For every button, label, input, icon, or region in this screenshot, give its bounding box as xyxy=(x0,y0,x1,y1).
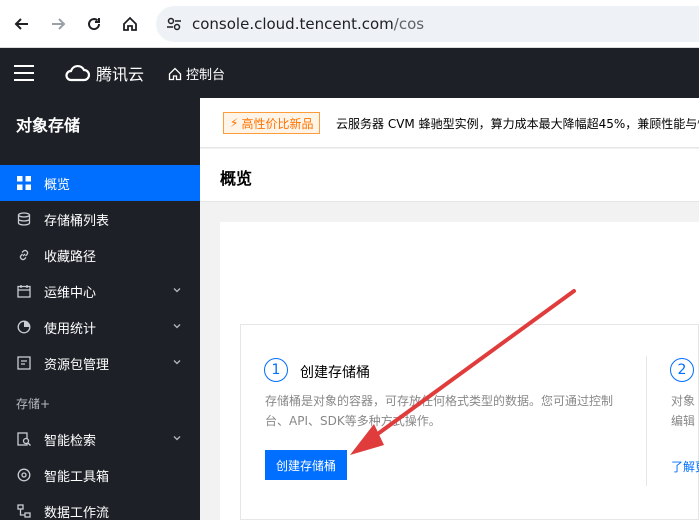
browser-toolbar: console.cloud.tencent.com/cos xyxy=(0,0,699,48)
step-description-line: 对象 xyxy=(671,394,696,408)
learn-more-link[interactable]: 了解更 xyxy=(671,458,699,475)
sidebar-item-overview[interactable]: 概览 xyxy=(0,165,200,201)
sidebar-item-smart-search[interactable]: 智能检索 xyxy=(0,421,200,457)
step-description-line: 编辑 xyxy=(671,414,696,428)
console-topnav: 腾讯云 控制台 xyxy=(0,48,699,98)
page-header: 概览 xyxy=(200,149,699,202)
sidebar-title: 对象存储 xyxy=(16,116,81,135)
chevron-down-icon xyxy=(173,436,181,441)
sidebar-item-favorites[interactable]: 收藏路径 xyxy=(0,237,200,273)
sidebar-item-label: 运维中心 xyxy=(44,285,97,301)
link-icon xyxy=(16,247,32,263)
step-description: 存储桶是对象的容器，可存放任何格式类型的数据。您可通过控制 台、API、SDK等… xyxy=(265,391,613,431)
create-bucket-button[interactable]: 创建存储桶 xyxy=(265,450,347,480)
promo-banner[interactable]: ⚡ 高性价比新品 云服务器 CVM 蜂驰型实例，算力成本最大降幅超45%，兼顾性… xyxy=(200,98,699,148)
console-label: 控制台 xyxy=(186,68,226,83)
brand-name: 腾讯云 xyxy=(96,65,145,84)
sidebar-item-ops-center[interactable]: 运维中心 xyxy=(0,273,200,309)
home-outline-icon xyxy=(168,67,182,80)
promo-badge[interactable]: ⚡ 高性价比新品 xyxy=(223,112,321,134)
calendar-icon xyxy=(16,283,32,299)
promo-text[interactable]: 云服务器 CVM 蜂驰型实例，算力成本最大降幅超45%，兼顾性能与性 xyxy=(336,115,699,132)
url-path: /cos xyxy=(393,15,425,33)
pie-chart-icon xyxy=(16,319,32,335)
menu-icon[interactable] xyxy=(14,65,34,81)
back-icon[interactable] xyxy=(10,12,34,36)
home-icon[interactable] xyxy=(118,12,142,36)
sidebar-item-smart-toolbox[interactable]: 智能工具箱 xyxy=(0,457,200,493)
sidebar-item-resource-packages[interactable]: 资源包管理 xyxy=(0,345,200,381)
sidebar: 对象存储 概览 存储桶列表 收藏路径 运维中心 使用统计 资源包管理 存储+ 智… xyxy=(0,98,200,520)
sidebar-item-label: 数据工作流 xyxy=(44,505,110,520)
sidebar-item-data-workflow[interactable]: 数据工作流 xyxy=(0,493,200,520)
step-description-line: 台、API、SDK等多种方式操作。 xyxy=(265,414,441,428)
sidebar-item-label: 智能检索 xyxy=(44,433,97,449)
lightning-icon: ⚡ xyxy=(230,116,239,130)
site-settings-icon[interactable] xyxy=(166,16,182,32)
chevron-down-icon xyxy=(173,360,181,365)
step-divider xyxy=(646,356,647,486)
workflow-icon xyxy=(16,503,32,519)
tools-icon xyxy=(16,467,32,483)
sidebar-group-label: 存储+ xyxy=(16,397,51,411)
brand-logo[interactable]: 腾讯云 xyxy=(64,62,144,84)
sidebar-item-label: 智能工具箱 xyxy=(44,469,110,485)
forward-icon[interactable] xyxy=(46,12,70,36)
database-icon xyxy=(16,211,32,227)
sidebar-item-usage-stats[interactable]: 使用统计 xyxy=(0,309,200,345)
chevron-down-icon xyxy=(173,288,181,293)
console-home-link[interactable]: 控制台 xyxy=(168,64,225,83)
sidebar-item-label: 资源包管理 xyxy=(44,357,110,373)
sidebar-item-label: 存储桶列表 xyxy=(44,213,110,229)
step-title: 创建存储桶 xyxy=(300,365,370,381)
cloud-logo-icon xyxy=(65,64,90,82)
sidebar-item-label: 概览 xyxy=(44,177,71,193)
sidebar-item-label: 使用统计 xyxy=(44,321,97,337)
sidebar-item-label: 收藏路径 xyxy=(44,249,97,265)
step-description: 对象 编辑 xyxy=(671,391,695,431)
search-doc-icon xyxy=(16,431,32,447)
step-number: 2 xyxy=(670,358,694,382)
step-number: 1 xyxy=(264,358,288,382)
url-text: console.cloud.tencent.com/cos xyxy=(192,15,424,33)
chevron-down-icon xyxy=(173,324,181,329)
reload-icon[interactable] xyxy=(82,12,106,36)
address-bar[interactable]: console.cloud.tencent.com/cos xyxy=(156,6,699,42)
page-title: 概览 xyxy=(220,169,253,188)
step-description-line: 存储桶是对象的容器，可存放任何格式类型的数据。您可通过控制 xyxy=(265,394,614,408)
url-host: console.cloud.tencent.com xyxy=(192,15,394,33)
sidebar-item-bucket-list[interactable]: 存储桶列表 xyxy=(0,201,200,237)
grid-icon xyxy=(16,175,32,191)
promo-badge-label: 高性价比新品 xyxy=(241,116,314,131)
package-icon xyxy=(16,355,32,371)
